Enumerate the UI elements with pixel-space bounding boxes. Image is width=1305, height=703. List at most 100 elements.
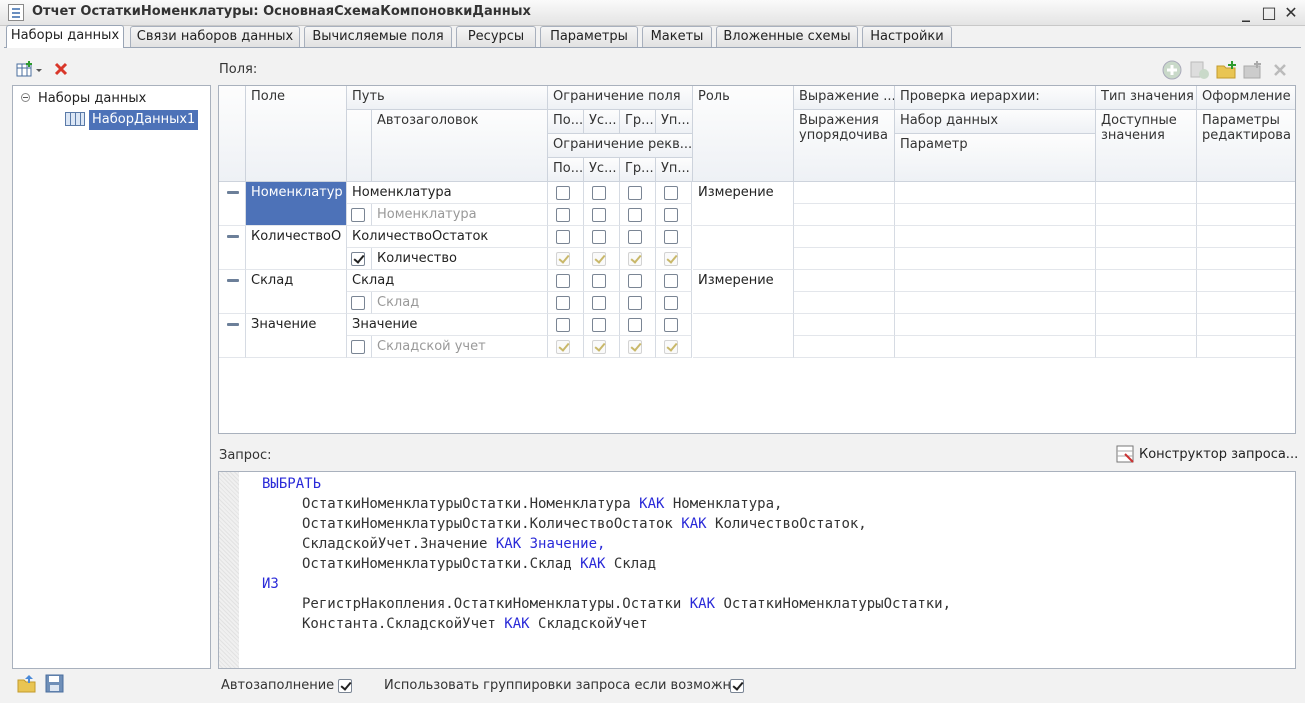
title-cell[interactable]: Количество (372, 248, 548, 270)
query-line[interactable]: Константа.СкладскойУчет КАК СкладскойУче… (302, 614, 648, 634)
grid-cell[interactable] (1096, 270, 1197, 292)
grouping-option[interactable]: Использовать группировки запроса если во… (384, 678, 743, 693)
attr-restriction-checkbox[interactable] (556, 296, 570, 310)
grid-cell[interactable] (794, 248, 895, 270)
query-line[interactable]: СкладскойУчет.Значение КАК Значение, (302, 534, 605, 554)
field-restriction-checkbox[interactable] (592, 274, 606, 288)
field-restriction-checkbox[interactable] (556, 274, 570, 288)
autofill-checkbox[interactable] (338, 679, 352, 693)
grid-header-sub[interactable]: Уп... (656, 110, 693, 134)
field-restriction-checkbox[interactable] (628, 274, 642, 288)
query-editor[interactable]: ВЫБРАТЬ ОстаткиНоменклатурыОстатки.Номенк… (218, 471, 1296, 669)
grid-header-edit-params[interactable]: Параметры редактирова (1197, 110, 1295, 182)
grid-header-attr-restriction[interactable]: Ограничение рекв... (548, 134, 693, 158)
grid-cell[interactable] (895, 314, 1096, 336)
grid-header-appearance[interactable]: Оформление (1197, 86, 1295, 110)
add-folder-icon[interactable] (1216, 60, 1238, 84)
query-line[interactable]: ВЫБРАТЬ (262, 474, 321, 494)
field-name-cell[interactable]: Значение (246, 314, 347, 358)
grid-cell[interactable] (1096, 292, 1197, 314)
collapse-icon[interactable] (21, 93, 30, 102)
query-line[interactable]: ОстаткиНоменклатурыОстатки.Номенклатура … (302, 494, 782, 514)
row-marker[interactable] (219, 226, 246, 270)
path-cell[interactable]: Номенклатура (347, 182, 548, 204)
grid-header-value-type[interactable]: Тип значения (1096, 86, 1197, 110)
grid-cell[interactable] (1197, 182, 1295, 204)
fields-grid[interactable]: Поле Путь Автозаголовок Ограничение поля… (218, 85, 1296, 434)
role-cell[interactable]: Измерение (693, 182, 794, 226)
tab-templates[interactable]: Макеты (642, 26, 712, 47)
autotitle-checkbox[interactable] (351, 296, 365, 310)
field-restriction-checkbox[interactable] (664, 186, 678, 200)
role-cell[interactable] (693, 314, 794, 358)
row-collapse-icon[interactable] (227, 279, 239, 282)
close-button[interactable]: ✕ (1281, 3, 1301, 23)
grid-cell[interactable] (1096, 248, 1197, 270)
row-collapse-icon[interactable] (227, 323, 239, 326)
grid-cell[interactable] (895, 270, 1096, 292)
grid-cell[interactable] (1197, 204, 1295, 226)
grid-header-autotitle[interactable]: Автозаголовок (372, 110, 548, 182)
grid-header-hierarchy[interactable]: Проверка иерархии: (895, 86, 1096, 110)
field-restriction-checkbox[interactable] (628, 318, 642, 332)
tab-calculated-fields[interactable]: Вычисляемые поля (304, 26, 452, 47)
field-restriction-checkbox[interactable] (664, 274, 678, 288)
path-cell[interactable]: Склад (347, 270, 548, 292)
tab-nested-schemas[interactable]: Вложенные схемы (716, 26, 858, 47)
add-data-set-icon[interactable] (16, 60, 42, 78)
grid-cell[interactable] (1096, 336, 1197, 358)
grid-cell[interactable] (1096, 314, 1197, 336)
grid-cell[interactable] (1096, 182, 1197, 204)
field-restriction-checkbox[interactable] (592, 318, 606, 332)
grid-header-field-restriction[interactable]: Ограничение поля (548, 86, 693, 110)
field-name-cell[interactable]: КоличествоО (246, 226, 347, 270)
field-restriction-checkbox[interactable] (628, 230, 642, 244)
attr-restriction-checkbox[interactable] (664, 296, 678, 310)
tab-resources[interactable]: Ресурсы (456, 26, 536, 47)
delete-icon[interactable] (53, 61, 69, 77)
title-cell[interactable]: Складской учет (372, 336, 548, 358)
grid-cell[interactable] (1197, 314, 1295, 336)
field-restriction-checkbox[interactable] (556, 318, 570, 332)
grid-header-sub[interactable]: По... (548, 110, 584, 134)
row-collapse-icon[interactable] (227, 235, 239, 238)
attr-restriction-checkbox[interactable] (664, 208, 678, 222)
grid-cell[interactable] (1096, 226, 1197, 248)
copy-field-icon[interactable] (1189, 60, 1211, 84)
path-cell[interactable]: КоличествоОстаток (347, 226, 548, 248)
tab-data-set-links[interactable]: Связи наборов данных (130, 26, 300, 47)
field-restriction-checkbox[interactable] (628, 186, 642, 200)
row-collapse-icon[interactable] (227, 191, 239, 194)
grouping-checkbox[interactable] (730, 679, 744, 693)
query-line[interactable]: РегистрНакопления.ОстаткиНоменклатуры.Ос… (302, 594, 951, 614)
autotitle-checkbox[interactable] (351, 252, 365, 266)
row-marker[interactable] (219, 314, 246, 358)
grid-header-sub[interactable]: Гр... (620, 110, 656, 134)
grid-header-sub[interactable]: Ус... (584, 110, 620, 134)
field-restriction-checkbox[interactable] (664, 318, 678, 332)
tree-root[interactable]: Наборы данных (21, 90, 146, 108)
grid-cell[interactable] (794, 314, 895, 336)
grid-cell[interactable] (895, 226, 1096, 248)
grid-header-hier-dataset[interactable]: Набор данных (895, 110, 1096, 134)
attr-restriction-checkbox[interactable] (592, 208, 606, 222)
grid-cell[interactable] (1197, 270, 1295, 292)
row-marker[interactable] (219, 182, 246, 226)
query-line[interactable]: ОстаткиНоменклатурыОстатки.Склад КАК Скл… (302, 554, 656, 574)
add-field-icon[interactable] (1162, 60, 1182, 84)
save-icon[interactable] (45, 674, 65, 698)
remove-field-icon[interactable] (1272, 62, 1288, 82)
grid-cell[interactable] (1197, 248, 1295, 270)
minimize-button[interactable]: _ (1236, 3, 1256, 23)
grid-cell[interactable] (1197, 292, 1295, 314)
grid-header-hier-param[interactable]: Параметр (895, 134, 1096, 182)
autofill-option[interactable]: Автозаполнение (221, 678, 334, 693)
grid-header-order-expr[interactable]: Выражения упорядочива (794, 110, 895, 182)
grid-cell[interactable] (794, 226, 895, 248)
tab-data-sets[interactable]: Наборы данных (6, 25, 124, 48)
grid-header-role[interactable]: Роль (693, 86, 794, 182)
field-name-cell[interactable]: Склад (246, 270, 347, 314)
tab-settings[interactable]: Настройки (862, 26, 952, 47)
autotitle-checkbox[interactable] (351, 208, 365, 222)
grid-cell[interactable] (1197, 336, 1295, 358)
